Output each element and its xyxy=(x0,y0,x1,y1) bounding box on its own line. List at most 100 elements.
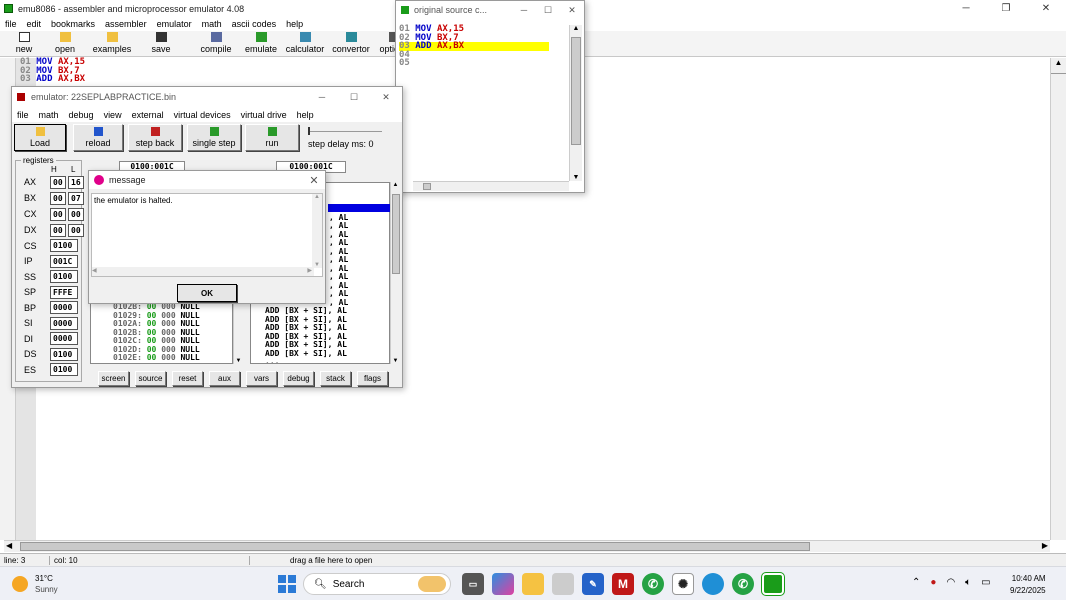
speaker-icon[interactable]: 🔈︎ xyxy=(965,577,971,588)
register-value[interactable]: FFFE xyxy=(50,285,78,299)
emu-menu-item-help[interactable]: help xyxy=(292,110,319,120)
maximize-button[interactable]: ☐ xyxy=(338,92,370,103)
edit-app-icon[interactable]: ✎ xyxy=(582,573,604,595)
chatgpt-icon[interactable]: ✺ xyxy=(672,573,694,595)
toolbar-emulate-button[interactable]: emulate xyxy=(240,31,282,56)
emu-step-back-button[interactable]: step back xyxy=(128,124,182,151)
edge-icon[interactable] xyxy=(702,573,724,595)
menu-item-emulator[interactable]: emulator xyxy=(152,19,197,29)
taskbar-search[interactable]: 🔍︎ Search xyxy=(303,573,451,595)
disassembly-scrollbar[interactable]: ▲ ▼ xyxy=(390,182,400,364)
message-horizontal-scrollbar[interactable]: ◀ ▶ xyxy=(92,267,314,276)
register-high-byte[interactable]: 00 xyxy=(50,175,66,189)
maximize-button[interactable]: ❐ xyxy=(986,3,1026,14)
register-high-byte[interactable]: 00 xyxy=(50,191,66,205)
h-column-label: H xyxy=(51,165,57,174)
toolbar-convertor-button[interactable]: convertor xyxy=(328,31,374,56)
emu-reload-button[interactable]: reload xyxy=(73,124,123,151)
message-close-button[interactable]: ✕ xyxy=(303,174,325,187)
close-button[interactable]: ✕ xyxy=(560,5,584,16)
register-value[interactable]: 001C xyxy=(50,254,78,268)
register-value[interactable]: 0000 xyxy=(50,332,78,346)
emu-menu-item-file[interactable]: file xyxy=(12,110,34,120)
minimize-button[interactable]: ─ xyxy=(512,5,536,15)
emu-flags-button[interactable]: flags xyxy=(357,371,388,386)
weather-widget[interactable]: 31°C Sunny xyxy=(12,573,58,595)
reload-icon xyxy=(93,127,103,136)
emu-vars-button[interactable]: vars xyxy=(246,371,277,386)
emu-single-step-button[interactable]: single step xyxy=(187,124,241,151)
maximize-button[interactable]: ☐ xyxy=(536,5,560,16)
notification-app-icon[interactable]: ● xyxy=(930,577,936,588)
emu-reset-button[interactable]: reset xyxy=(172,371,203,386)
register-value[interactable]: 0100 xyxy=(50,270,78,284)
ok-button[interactable]: OK xyxy=(177,284,237,302)
emu-menu-item-debug[interactable]: debug xyxy=(64,110,99,120)
toolbar-open-button[interactable]: open xyxy=(44,31,86,56)
wifi-icon[interactable]: ◠ xyxy=(946,577,955,588)
file-explorer-icon[interactable] xyxy=(522,573,544,595)
menu-item-ascii-codes[interactable]: ascii codes xyxy=(227,19,282,29)
editor-horizontal-scrollbar[interactable]: ◀ ▶ xyxy=(4,540,1050,552)
register-value[interactable]: 0000 xyxy=(50,316,78,330)
register-low-byte[interactable]: 00 xyxy=(68,223,84,237)
emu-stack-button[interactable]: stack xyxy=(320,371,351,386)
source-code-view[interactable]: 01 MOV AX,15 02 MOV BX,7 03 ADD AX,BX 04 05 xyxy=(399,25,569,175)
emu-menu-item-view[interactable]: view xyxy=(99,110,127,120)
register-low-byte[interactable]: 16 xyxy=(68,175,84,189)
emu-menu-item-math[interactable]: math xyxy=(34,110,64,120)
minimize-button[interactable]: ─ xyxy=(946,3,986,14)
store-icon[interactable] xyxy=(552,573,574,595)
whatsapp-2-icon[interactable]: ✆ xyxy=(732,573,754,595)
copilot-icon[interactable] xyxy=(492,573,514,595)
toolbar-calculator-button[interactable]: calculator xyxy=(282,31,328,56)
register-low-byte[interactable]: 07 xyxy=(68,191,84,205)
emu-run-button[interactable]: run xyxy=(245,124,299,151)
register-low-byte[interactable]: 00 xyxy=(68,207,84,221)
emu-run-label: run xyxy=(265,138,279,148)
editor-vertical-scrollbar[interactable]: ▲ xyxy=(1050,58,1066,540)
menu-item-help[interactable]: help xyxy=(281,19,308,29)
source-horizontal-scrollbar[interactable] xyxy=(413,181,569,191)
register-high-byte[interactable]: 00 xyxy=(50,207,66,221)
whatsapp-icon[interactable]: ✆ xyxy=(642,573,664,595)
menu-item-assembler[interactable]: assembler xyxy=(100,19,152,29)
source-vertical-scrollbar[interactable]: ▲ ▼ xyxy=(569,25,582,181)
register-high-byte[interactable]: 00 xyxy=(50,223,66,237)
emu-debug-button[interactable]: debug xyxy=(283,371,314,386)
register-value[interactable]: 0100 xyxy=(50,347,78,361)
emu-Load-button[interactable]: Load xyxy=(14,124,66,151)
register-value[interactable]: 0000 xyxy=(50,301,78,315)
emu-aux-button[interactable]: aux xyxy=(209,371,240,386)
toolbar-new-button[interactable]: new xyxy=(4,31,44,56)
toolbar-examples-button[interactable]: examples xyxy=(86,31,138,56)
emu-menu-item-virtual-drive[interactable]: virtual drive xyxy=(236,110,292,120)
start-button[interactable] xyxy=(278,575,296,593)
task-view-icon[interactable]: ▭ xyxy=(462,573,484,595)
emu-screen-button[interactable]: screen xyxy=(98,371,129,386)
emu8086-taskbar-icon[interactable] xyxy=(762,573,784,595)
menu-item-edit[interactable]: edit xyxy=(22,19,47,29)
close-button[interactable]: ✕ xyxy=(1026,3,1066,14)
battery-icon[interactable]: ▭ xyxy=(981,577,990,588)
toolbar-save-button[interactable]: save xyxy=(138,31,184,56)
clock[interactable]: 10:40 AM 9/22/2025 xyxy=(1010,573,1046,597)
chevron-up-icon[interactable]: ⌃ xyxy=(912,577,920,588)
emu-source-button[interactable]: source xyxy=(135,371,166,386)
toolbar-compile-button[interactable]: compile xyxy=(192,31,240,56)
mcafee-icon[interactable]: M xyxy=(612,573,634,595)
menu-item-bookmarks[interactable]: bookmarks xyxy=(46,19,100,29)
minimize-button[interactable]: ─ xyxy=(306,92,338,102)
emu-Load-label: Load xyxy=(29,138,51,148)
close-button[interactable]: ✕ xyxy=(370,92,402,103)
register-value[interactable]: 0100 xyxy=(50,239,78,253)
message-vertical-scrollbar[interactable]: ▲ ▼ xyxy=(312,194,322,268)
message-title: message xyxy=(109,175,146,185)
emu-menu-item-virtual-devices[interactable]: virtual devices xyxy=(169,110,236,120)
emu-menu-item-external[interactable]: external xyxy=(127,110,169,120)
message-text-area[interactable]: the emulator is halted. ▲ ▼ ◀ ▶ xyxy=(91,193,323,277)
step-delay-slider[interactable] xyxy=(308,127,382,137)
menu-item-math[interactable]: math xyxy=(197,19,227,29)
register-value[interactable]: 0100 xyxy=(50,363,78,377)
menu-item-file[interactable]: file xyxy=(0,19,22,29)
